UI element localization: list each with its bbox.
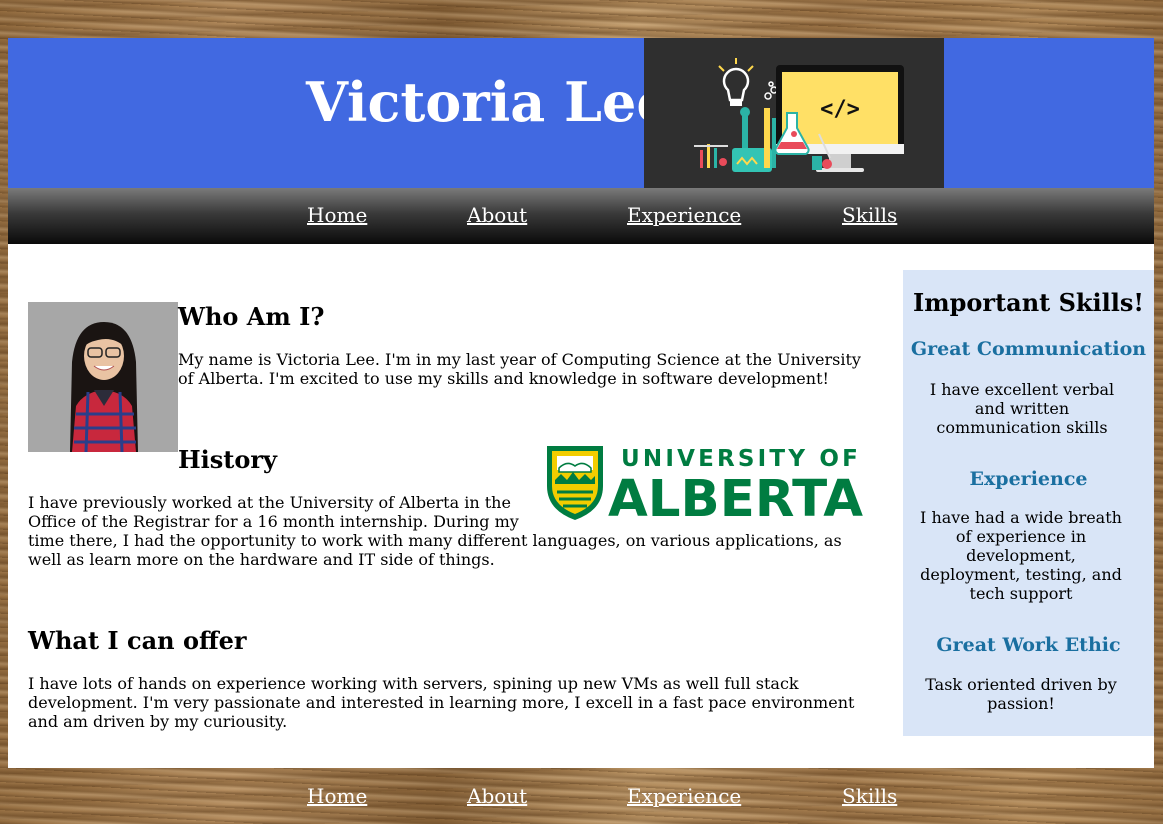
svg-text:UNIVERSITY OF: UNIVERSITY OF: [621, 446, 861, 472]
footer-home-link[interactable]: Home: [307, 784, 367, 808]
what-i-can-offer-heading: What I can offer: [28, 626, 247, 655]
skills-sidebar-title: Important Skills!: [913, 288, 1144, 317]
lab-equipment-icon: [694, 81, 778, 172]
skill-heading-communication: Great Communication: [910, 338, 1147, 360]
svg-text:ALBERTA: ALBERTA: [608, 470, 864, 522]
lightbulb-icon: [718, 58, 754, 106]
footer-about-link[interactable]: About: [467, 784, 527, 808]
university-crest-icon: [547, 446, 603, 520]
skills-sidebar: Important Skills! Great Communication I …: [903, 270, 1154, 736]
science-lab-computer-illustration: </>: [644, 38, 944, 188]
site-title: Victoria Lee: [306, 70, 671, 134]
footer-nav: Home About Experience Skills: [0, 768, 1163, 824]
history-text-line1: I have previously worked at the Universi…: [28, 493, 511, 512]
main-content: Who Am I? My name is Victoria Lee. I'm i…: [8, 244, 1154, 768]
nav-experience-link[interactable]: Experience: [627, 203, 741, 227]
what-i-can-offer-text: I have lots of hands on experience worki…: [28, 674, 855, 731]
svg-text:</>: </>: [820, 97, 860, 122]
page-container: Victoria Lee </> Home About Experience S…: [8, 38, 1154, 768]
main-nav: Home About Experience Skills: [8, 188, 1154, 244]
footer-skills-link[interactable]: Skills: [842, 784, 897, 808]
who-am-i-heading: Who Am I?: [178, 302, 325, 331]
skill-desc-experience: I have had a wide breath of experience i…: [920, 508, 1122, 603]
who-am-i-text: My name is Victoria Lee. I'm in my last …: [178, 350, 861, 388]
nav-about-link[interactable]: About: [467, 203, 527, 227]
history-text-line2: Office of the Registrar for a 16 month i…: [28, 512, 519, 531]
skill-heading-work-ethic: Great Work Ethic: [936, 634, 1121, 656]
university-of-alberta-logo: UNIVERSITY OF ALBERTA: [545, 442, 870, 529]
nav-home-link[interactable]: Home: [307, 203, 367, 227]
history-heading: History: [178, 445, 277, 474]
footer-experience-link[interactable]: Experience: [627, 784, 741, 808]
skill-desc-work-ethic: Task oriented driven by passion!: [925, 675, 1117, 713]
header-banner: Victoria Lee </>: [8, 38, 1154, 188]
skill-heading-experience: Experience: [969, 468, 1088, 490]
nav-skills-link[interactable]: Skills: [842, 203, 897, 227]
profile-photo: [28, 302, 178, 452]
skill-desc-communication: I have excellent verbal and written comm…: [929, 380, 1115, 437]
history-text: time there, I had the opportunity to wor…: [28, 531, 842, 569]
